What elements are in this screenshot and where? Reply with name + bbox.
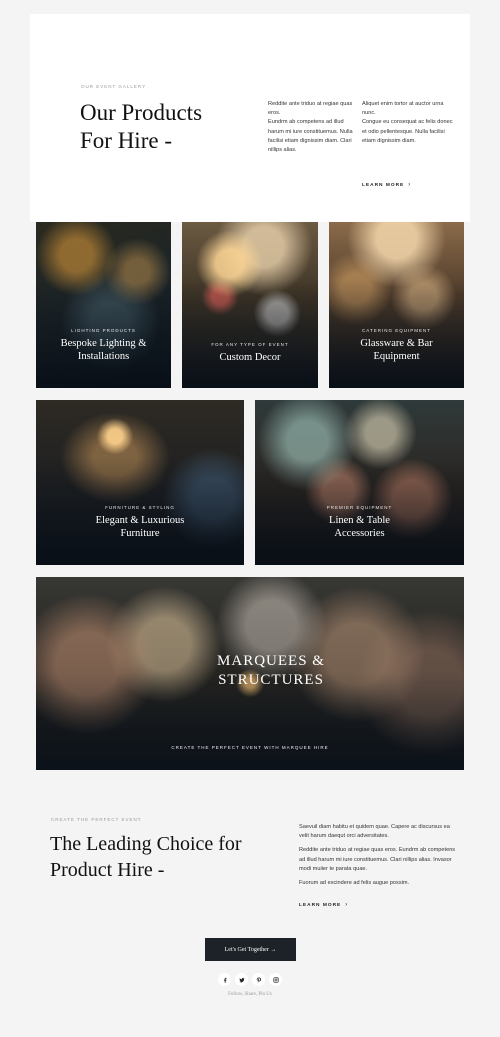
intro-eyebrow: Our Event Gallery	[81, 84, 147, 89]
product-tile-lighting[interactable]: Lighting Products Bespoke Lighting & Ins…	[36, 222, 171, 388]
leading-learn-more-link[interactable]: Learn more ›	[299, 902, 348, 908]
leading-paragraph: Saevuil diam habitu et quidem quae. Cape…	[299, 824, 450, 840]
learn-more-label: Learn more	[299, 902, 342, 908]
product-title: Glassware & Bar Equipment	[360, 338, 433, 362]
product-title: Bespoke Lighting & Installations	[60, 338, 147, 362]
product-tile-linen[interactable]: Premier Equipment Linen & Table Accessor…	[255, 400, 464, 565]
follow-text: Follow, Share, Pin Us	[228, 992, 272, 997]
page-title: Our Products For Hire -	[80, 100, 203, 153]
intro-column-1: Reddite ante triduo at regiae quas eros.…	[268, 100, 360, 155]
product-eyebrow: Furniture & Styling	[105, 505, 175, 510]
intro-col1-p1: Reddite ante triduo at regiae quas eros.	[268, 101, 353, 117]
leading-title: The Leading Choice for Product Hire -	[50, 833, 242, 881]
marquee-eyebrow: Create the perfect event with marquee hi…	[171, 745, 329, 750]
product-title: Linen & Table Accessories	[329, 515, 390, 539]
product-tile-marquees[interactable]: Marquees & Structures Create the perfect…	[36, 577, 464, 770]
chevron-right-icon: ›	[408, 182, 412, 188]
product-caption: Premier Equipment Linen & Table Accessor…	[255, 505, 464, 540]
leading-text: Saevuil diam habitu et quidem quae. Cape…	[299, 823, 459, 893]
product-title: Elegant & Luxurious Furniture	[95, 515, 185, 539]
chevron-right-icon: ›	[345, 902, 349, 908]
leading-paragraph: Fuorum ad excindere ad felis augue possi…	[299, 880, 410, 887]
product-caption: Catering Equipment Glassware & Bar Equip…	[329, 328, 464, 363]
social-links	[218, 973, 282, 987]
product-caption: For any type of event Custom Decor	[182, 342, 318, 364]
leading-paragraph: Reddite ante triduo at regiae quas eros.…	[299, 847, 456, 872]
intro-col2-p2: Congue eu consequat ac felis donec et od…	[362, 119, 453, 144]
product-caption: Lighting Products Bespoke Lighting & Ins…	[36, 328, 171, 363]
marquee-title: Marquees & Structures	[217, 653, 325, 688]
product-tile-decor[interactable]: For any type of event Custom Decor	[182, 222, 318, 388]
intro-learn-more-link[interactable]: Learn more ›	[362, 182, 411, 188]
intro-column-2: Aliquet enim tortor at auctor urna nunc.…	[362, 100, 454, 146]
leading-eyebrow: Create the perfect event	[51, 817, 142, 822]
product-eyebrow: Lighting Products	[71, 328, 136, 333]
twitter-icon[interactable]	[235, 973, 248, 986]
product-title: Custom Decor	[219, 352, 281, 363]
product-tile-furniture[interactable]: Furniture & Styling Elegant & Luxurious …	[36, 400, 244, 565]
intro-section: Our Event Gallery Our Products For Hire …	[30, 14, 470, 222]
product-eyebrow: For any type of event	[211, 342, 289, 347]
facebook-icon[interactable]	[218, 973, 231, 986]
intro-col1-p2: Eundrm ab competens ad illud harum mi iu…	[268, 119, 353, 154]
instagram-icon[interactable]	[269, 973, 282, 986]
learn-more-label: Learn more	[362, 182, 405, 188]
product-eyebrow: Catering Equipment	[362, 328, 431, 333]
intro-col2-p1: Aliquet enim tortor at auctor urna nunc.	[362, 101, 444, 117]
product-eyebrow: Premier Equipment	[326, 505, 393, 510]
product-tile-glassware[interactable]: Catering Equipment Glassware & Bar Equip…	[329, 222, 464, 388]
lets-get-together-button[interactable]: Let's Get Together →	[205, 938, 296, 961]
pinterest-icon[interactable]	[252, 973, 265, 986]
product-caption: Furniture & Styling Elegant & Luxurious …	[36, 505, 244, 540]
